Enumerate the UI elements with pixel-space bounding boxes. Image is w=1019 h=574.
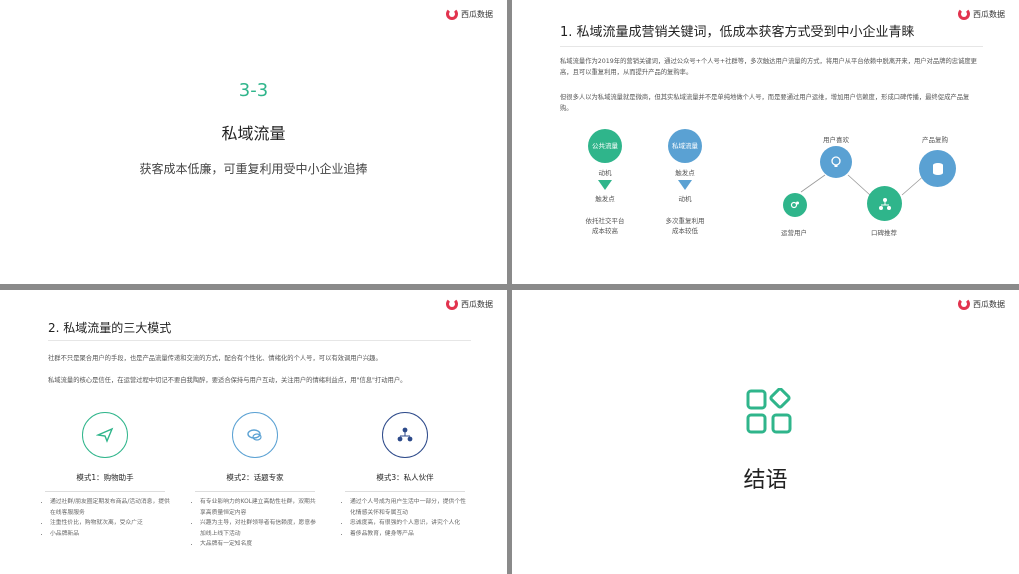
- word-of-mouth-label: 口碑推荐: [871, 229, 897, 237]
- bullet-item: 有专业影响力的KOL建立高黏性社群，双期共享高质量恒定内容: [200, 497, 320, 518]
- connector-line: [847, 174, 871, 196]
- ring: [232, 412, 278, 458]
- divider: [195, 491, 315, 492]
- logo-text: 西瓜数据: [461, 9, 493, 19]
- mode-bullets: 通过个人号成为用户生活中一部分，提供个性化情感关怀和专属互动 忠诚度高，有很强的…: [340, 497, 470, 539]
- user-like-label: 用户喜欢: [823, 136, 849, 144]
- database-icon: [919, 150, 956, 187]
- watermelon-logo-icon: [958, 298, 970, 310]
- paper-plane-icon: [96, 427, 114, 443]
- gears-icon: [783, 193, 807, 217]
- bullet-item: 着侈品教育，健身等产品: [350, 529, 470, 540]
- ring: [382, 412, 428, 458]
- conclusion-title: 结语: [743, 468, 788, 493]
- slide-three-modes[interactable]: 西瓜数据 2. 私域流量的三大模式 社群不只是聚合用户的手段，也是产品流量传递和…: [0, 290, 507, 574]
- mode-bullets: 通过社群/朋友圈定期发布商品/活动消息，提供在线客服服务 注重性价比，购物就次离…: [40, 497, 170, 539]
- mode-title: 模式2：话题专家: [226, 473, 284, 482]
- slide-heading: 2. 私域流量的三大模式: [48, 321, 172, 335]
- brand-logo: 西瓜数据: [958, 298, 1005, 310]
- ring: [82, 412, 128, 458]
- slide-conclusion[interactable]: 西瓜数据 结语: [512, 290, 1019, 574]
- logo-text: 西瓜数据: [973, 299, 1005, 309]
- bullet-item: 兴趣为主导，对社群领导者有信赖度，愿意参加线上线下活动: [200, 518, 320, 539]
- watermelon-logo-icon: [446, 8, 458, 20]
- network-icon: [867, 186, 902, 221]
- community-paragraph: 社群不只是聚合用户的手段，也是产品流量传递和交流的方式，配合有个性化、情绪化的个…: [48, 355, 382, 362]
- bullet-item: 注重性价比，购物就次离，受众广泛: [50, 518, 170, 529]
- ops-user-label: 运营用户: [781, 229, 807, 237]
- repurchase-label: 产品复购: [922, 136, 948, 144]
- mode-title: 模式1：购物助手: [76, 473, 134, 482]
- bullet-item: 忠诚度高，有很强的个人意识，讲究个人化: [350, 518, 470, 529]
- watermelon-logo-icon: [446, 298, 458, 310]
- section-subtitle: 获客成本低廉，可重复利用受中小企业追捧: [139, 162, 368, 176]
- section-title: 私域流量: [221, 124, 286, 143]
- brand-logo: 西瓜数据: [446, 8, 493, 20]
- bullet-item: 通过个人号成为用户生活中一部分，提供个性化情感关怀和专属互动: [350, 497, 470, 518]
- mode-bullets: 有专业影响力的KOL建立高黏性社群，双期共享高质量恒定内容 兴趣为主导，对社群领…: [190, 497, 320, 550]
- mode-card-shopping: 模式1：购物助手 通过社群/朋友圈定期发布商品/活动消息，提供在线客服服务 注重…: [40, 412, 170, 539]
- connector-line: [800, 174, 826, 193]
- divider: [48, 340, 471, 341]
- mode-card-partner: 模式3：私人伙伴 通过个人号成为用户生活中一部分，提供个性化情感关怀和专属互动 …: [340, 412, 470, 539]
- slide-private-traffic-intro[interactable]: 西瓜数据 1. 私域流量成营销关键词，低成本获客方式受到中小企业青睐 私域流量作…: [512, 0, 1019, 284]
- divider: [45, 491, 165, 492]
- bullet-item: 大品牌有一定知名度: [200, 539, 320, 550]
- lightbulb-icon: [820, 146, 852, 178]
- brand-logo: 西瓜数据: [446, 298, 493, 310]
- mode-card-topic: 模式2：话题专家 有专业影响力的KOL建立高黏性社群，双期共享高质量恒定内容 兴…: [190, 412, 320, 550]
- grid-apps-icon: [746, 388, 792, 434]
- divider: [345, 491, 465, 492]
- section-number: 3-3: [238, 80, 269, 101]
- bullet-item: 小品牌新品: [50, 529, 170, 540]
- trust-paragraph: 私域流量的核心是信任，在运营过程中切记不要自我陶醉，要适合保持与用户互动，关注用…: [48, 377, 407, 384]
- chat-bubbles-icon: [247, 429, 262, 441]
- people-network-icon: [397, 427, 413, 442]
- bullet-item: 通过社群/朋友圈定期发布商品/活动消息，提供在线客服服务: [50, 497, 170, 518]
- slide-section-title[interactable]: 西瓜数据 3-3 私域流量 获客成本低廉，可重复利用受中小企业追捧: [0, 0, 507, 284]
- logo-text: 西瓜数据: [461, 299, 493, 309]
- mode-title: 模式3：私人伙伴: [376, 473, 434, 482]
